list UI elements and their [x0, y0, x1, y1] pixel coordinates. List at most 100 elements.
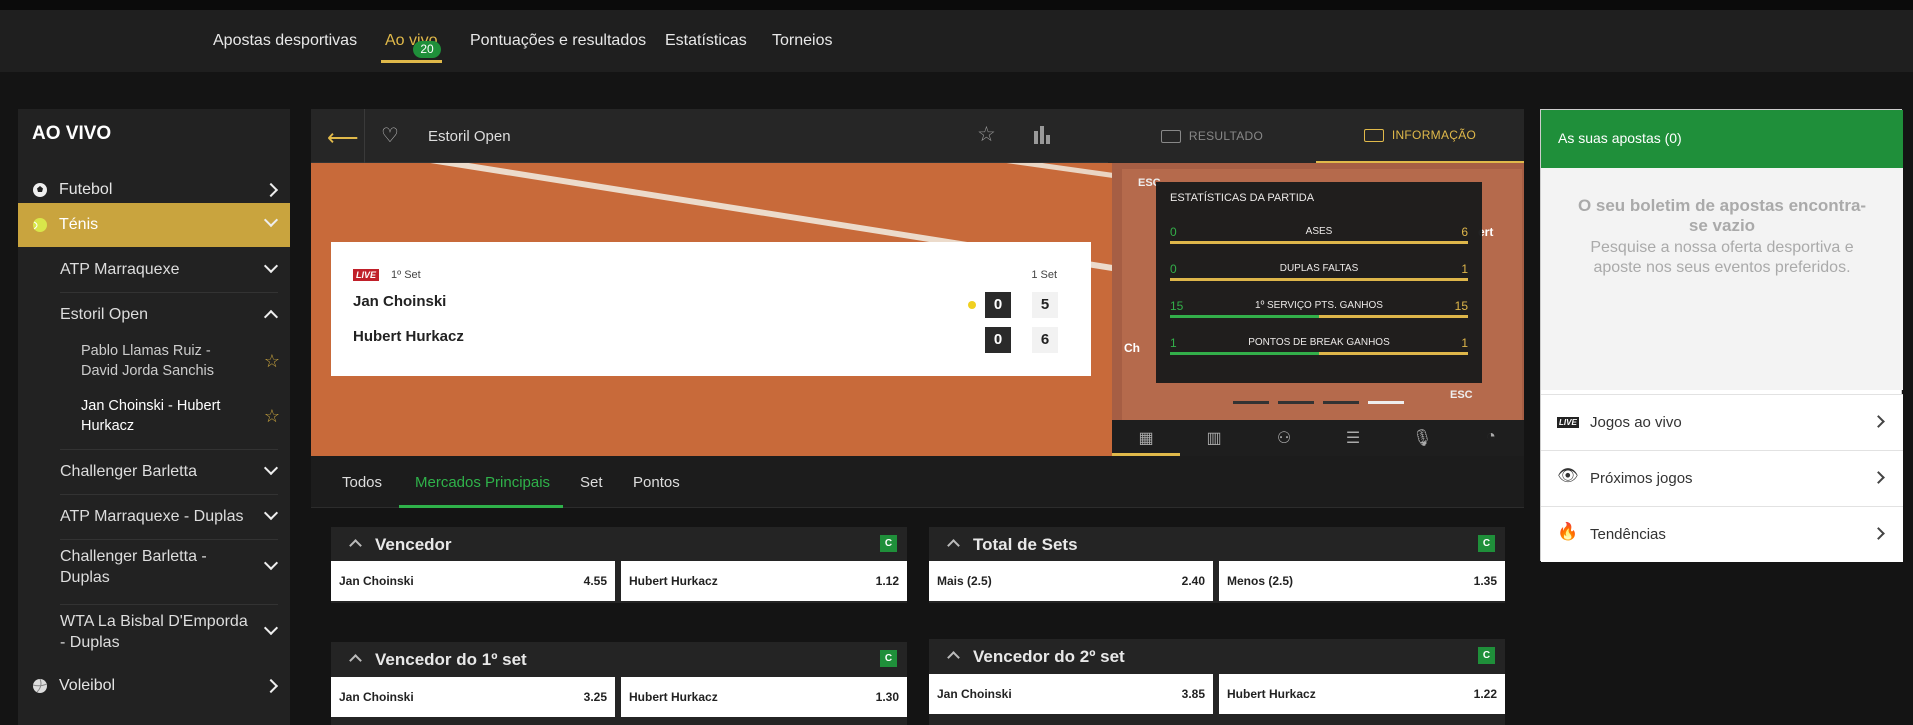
collapse-caret-icon[interactable] [947, 651, 960, 664]
sidebar-tournament-atp-marraquexe-duplas[interactable]: ATP Marraquexe - Duplas [18, 495, 290, 539]
set-score: 6 [1032, 327, 1058, 353]
star-icon[interactable]: ☆ [264, 351, 280, 372]
market-vencedor: Vencedor C Jan Choinski 4.55 Hubert Hurka… [331, 527, 907, 603]
stat-label: ASES [1305, 226, 1333, 237]
link-tendencias[interactable]: 🔥 Tendências [1541, 506, 1903, 562]
nav-torneios[interactable]: Torneios [772, 32, 832, 50]
sidebar-title: AO VIVO [32, 123, 112, 144]
current-set-label: 1º Set [391, 269, 421, 281]
tennis-ball-icon[interactable]: ◔ [1481, 428, 1501, 446]
tab-informacao[interactable]: INFORMAÇÃO [1316, 109, 1524, 163]
sidebar-item-label: Jan Choinski - Hubert Hurkacz [81, 398, 221, 434]
sidebar-item-label: ATP Marraquexe - Duplas [60, 508, 244, 525]
volleyball-icon [32, 678, 48, 693]
match-stats-overlay: ESTATÍSTICAS DA PARTIDA 0 ASES 6 0 DUPLAS FA… [1156, 182, 1482, 383]
link-label: Próximos jogos [1590, 470, 1693, 487]
odd-button[interactable]: Mais (2.5) 2.40 [929, 561, 1213, 601]
tab-mercados-principais[interactable]: Mercados Principais [415, 474, 550, 491]
cashout-icon: C [1478, 535, 1495, 552]
odd-name: Jan Choinski [339, 690, 414, 704]
collapse-caret-icon[interactable] [349, 654, 362, 667]
stat-row: 0 DUPLAS FALTAS 1 [1170, 262, 1468, 288]
main-nav: Apostas desportivas Ao vivo Pontuações e… [0, 10, 1913, 72]
tab-resultado[interactable]: RESULTADO [1108, 109, 1316, 163]
chevron-right-icon [263, 678, 279, 694]
chevron-down-icon [263, 258, 279, 274]
nav-apostas-desportivas[interactable]: Apostas desportivas [213, 32, 357, 50]
odd-value: 1.12 [875, 574, 899, 588]
tab-set[interactable]: Set [580, 474, 603, 491]
star-icon[interactable]: ☆ [264, 406, 280, 427]
stats-title: ESTATÍSTICAS DA PARTIDA [1170, 192, 1315, 204]
court-line [812, 163, 1112, 181]
market-total-de-sets: Total de Sets C Mais (2.5) 2.40 Menos (2.… [929, 527, 1505, 603]
odd-value: 3.85 [1181, 687, 1205, 701]
odd-name: Hubert Hurkacz [629, 690, 718, 704]
nav-pontuacoes[interactable]: Pontuações e resultados [470, 32, 646, 50]
collapse-caret-icon[interactable] [947, 539, 960, 552]
serving-ball-icon [968, 301, 976, 309]
betslip-header[interactable]: As suas apostas (0) [1541, 110, 1903, 168]
pitch-icon [1363, 128, 1384, 142]
microphone-icon[interactable]: 🎙 [1412, 428, 1432, 447]
sidebar: AO VIVO Futebol Ténis ATP Marraquexe Est… [18, 109, 290, 725]
odd-button[interactable]: Hubert Hurkacz 1.30 [621, 677, 907, 717]
player-flag-label: Ch [1124, 341, 1140, 355]
stat-right-value: 1 [1461, 262, 1468, 276]
top-strip [0, 0, 1913, 10]
odd-name: Hubert Hurkacz [1227, 687, 1316, 701]
odd-value: 1.30 [875, 690, 899, 704]
tab-todos[interactable]: Todos [342, 474, 382, 491]
odd-button[interactable]: Hubert Hurkacz 1.12 [621, 561, 907, 601]
market-tabs: Todos Mercados Principais Set Pontos [311, 456, 1524, 508]
sidebar-tournament-estoril-open[interactable]: Estoril Open [18, 293, 290, 337]
live-count-badge: 20 [413, 41, 441, 58]
sidebar-item-label: Estoril Open [60, 306, 149, 323]
stats-bars-icon[interactable] [1033, 125, 1051, 145]
odd-button[interactable]: Hubert Hurkacz 1.22 [1219, 674, 1505, 714]
stat-right-value: 1 [1461, 336, 1468, 350]
back-arrow-icon[interactable]: ⟵ [327, 125, 359, 151]
sidebar-tournament-atp-marraquexe[interactable]: ATP Marraquexe [18, 248, 290, 292]
scoreboard-grid-icon[interactable]: ▦ [1136, 428, 1156, 447]
nav-active-underline [381, 60, 442, 63]
sidebar-tournament-challenger-barletta-duplas[interactable]: Challenger Barletta - Duplas [18, 540, 290, 594]
nav-estatisticas[interactable]: Estatísticas [665, 32, 747, 50]
link-label: Tendências [1590, 526, 1666, 543]
stat-row: 0 ASES 6 [1170, 225, 1468, 251]
odd-value: 1.22 [1473, 687, 1497, 701]
market-title: Vencedor [375, 535, 452, 554]
odd-button[interactable]: Jan Choinski 3.25 [331, 677, 615, 717]
chevron-right-icon [1872, 527, 1885, 540]
sidebar-item-tenis[interactable]: Ténis [18, 203, 290, 247]
favorite-star-icon[interactable]: ☆ [977, 122, 996, 147]
market-title: Vencedor do 1º set [375, 650, 527, 669]
odd-button[interactable]: Menos (2.5) 1.35 [1219, 561, 1505, 601]
odd-button[interactable]: Jan Choinski 3.85 [929, 674, 1213, 714]
tab-pontos[interactable]: Pontos [633, 474, 680, 491]
sidebar-match-choinski-hurkacz[interactable]: Jan Choinski - Hubert Hurkacz ☆ [18, 393, 290, 439]
link-jogos-ao-vivo[interactable]: LIVE Jogos ao vivo [1541, 394, 1903, 450]
stat-row: 1 PONTOS DE BREAK GANHOS 1 [1170, 336, 1468, 362]
collapse-caret-icon[interactable] [349, 539, 362, 552]
players-icon[interactable]: ⚇ [1274, 428, 1294, 447]
chevron-right-icon [263, 182, 279, 198]
esc-logo: ESC [1450, 389, 1473, 401]
sidebar-match-llamas-jorda[interactable]: Pablo Llamas Ruiz - David Jorda Sanchis … [18, 338, 290, 384]
bar-chart-icon[interactable]: ▥ [1204, 428, 1224, 447]
link-proximos-jogos[interactable]: 👁 Próximos jogos [1541, 450, 1903, 506]
eye-icon: 👁 [1557, 466, 1579, 485]
odd-button[interactable]: Jan Choinski 4.55 [331, 561, 615, 601]
sidebar-tournament-challenger-barletta[interactable]: Challenger Barletta [18, 450, 290, 494]
heart-icon[interactable]: ♡ [381, 123, 399, 148]
sidebar-item-voleibol[interactable]: Voleibol [18, 664, 290, 708]
stat-bar [1170, 241, 1468, 244]
carousel-dots[interactable] [1233, 391, 1413, 409]
visual-mode-strip: ▦ ▥ ⚇ ☰ 🎙 ◔ [1112, 420, 1524, 456]
chevron-down-icon [263, 505, 279, 521]
sidebar-item-label: Challenger Barletta [60, 463, 197, 480]
list-icon[interactable]: ☰ [1343, 428, 1363, 447]
live-badge: LIVE [353, 269, 380, 281]
sidebar-tournament-wta-la-bisbal[interactable]: WTA La Bisbal D'Emporda - Duplas [18, 605, 290, 659]
games-score: 0 [985, 327, 1011, 353]
